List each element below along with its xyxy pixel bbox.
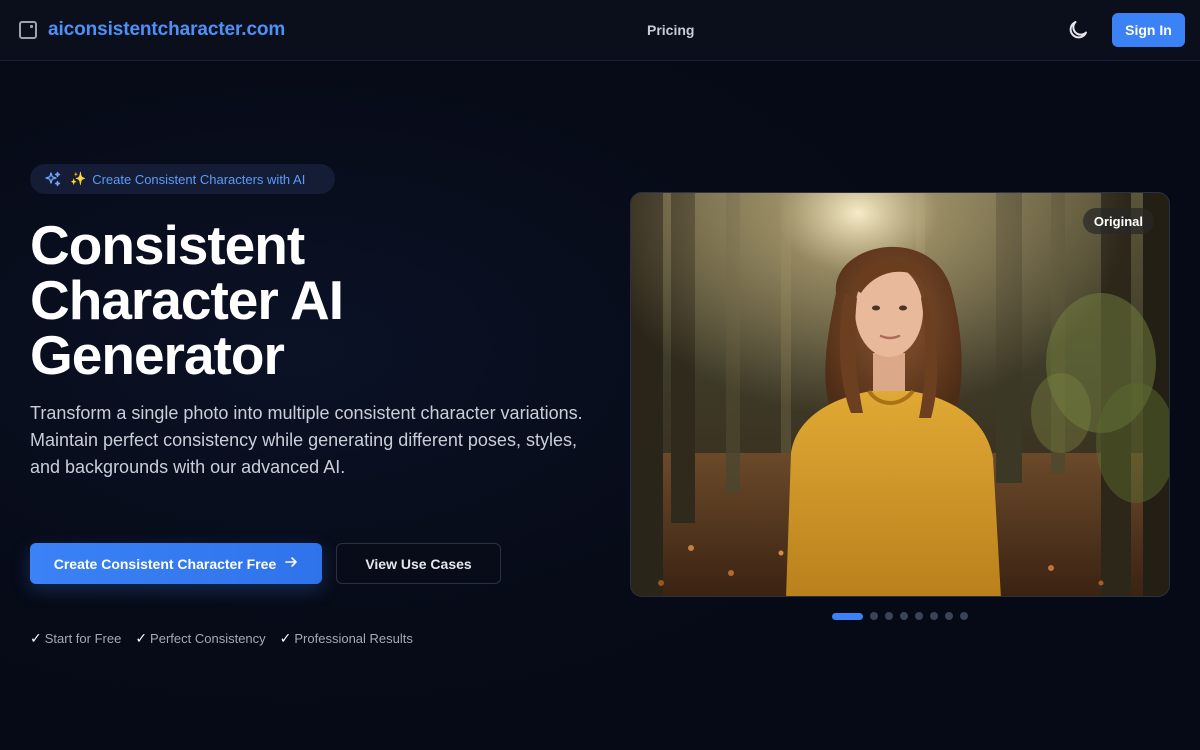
square-logo-icon — [19, 21, 37, 39]
feature-label: Perfect Consistency — [150, 631, 266, 646]
site-header: aiconsistentcharacter.com Pricing Sign I… — [0, 0, 1200, 61]
hero-character-image: Original — [630, 192, 1170, 597]
page: aiconsistentcharacter.com Pricing Sign I… — [0, 0, 1200, 750]
hero-subtitle: Transform a single photo into multiple c… — [30, 403, 583, 477]
sparkle-emoji: ✨ — [70, 171, 87, 186]
check-icon: ✓ — [279, 630, 292, 646]
carousel-dot[interactable] — [960, 612, 968, 620]
carousel-dot[interactable] — [915, 612, 923, 620]
feature-item: ✓ Professional Results — [280, 630, 413, 647]
carousel-dot[interactable] — [870, 612, 878, 620]
logo-link[interactable]: aiconsistentcharacter.com — [19, 19, 285, 41]
hero-badge: ✨ Create Consistent Characters with AI — [30, 164, 335, 194]
nav-pricing-link[interactable]: Pricing — [647, 22, 694, 38]
hero-title-line-2: Character AI — [30, 269, 344, 331]
image-label-badge: Original — [1082, 208, 1154, 234]
feature-label: Professional Results — [294, 631, 413, 646]
feature-list: ✓ Start for Free ✓ Perfect Consistency ✓… — [30, 630, 413, 647]
check-icon: ✓ — [30, 630, 42, 646]
view-use-cases-button[interactable]: View Use Cases — [336, 543, 501, 584]
woman-in-forest-illustration — [631, 193, 1169, 596]
check-icon: ✓ — [135, 630, 148, 646]
create-character-button[interactable]: Create Consistent Character Free — [30, 543, 322, 584]
carousel-dot-active[interactable] — [832, 612, 863, 620]
moon-icon[interactable] — [1066, 18, 1090, 42]
carousel-dot[interactable] — [930, 612, 938, 620]
create-character-button-label: Create Consistent Character Free — [53, 555, 277, 572]
feature-label: Start for Free — [44, 631, 122, 646]
carousel-dot[interactable] — [900, 612, 908, 620]
carousel-dot[interactable] — [885, 612, 893, 620]
feature-item: ✓ Perfect Consistency — [135, 630, 265, 647]
feature-item: ✓ Start for Free — [30, 630, 121, 647]
logo-text: aiconsistentcharacter.com — [48, 19, 286, 40]
sign-in-button[interactable]: Sign In — [1112, 13, 1185, 47]
hero-title-line-3: Generator — [30, 324, 285, 386]
carousel-indicators — [832, 612, 968, 620]
arrow-right-icon — [284, 555, 298, 572]
hero-title-line-1: Consistent — [30, 214, 305, 276]
hero-title: Consistent Character AI Generator — [30, 218, 590, 383]
sparkles-icon — [45, 171, 61, 187]
badge-text: Create Consistent Characters with AI — [92, 171, 306, 187]
carousel-dot[interactable] — [945, 612, 953, 620]
